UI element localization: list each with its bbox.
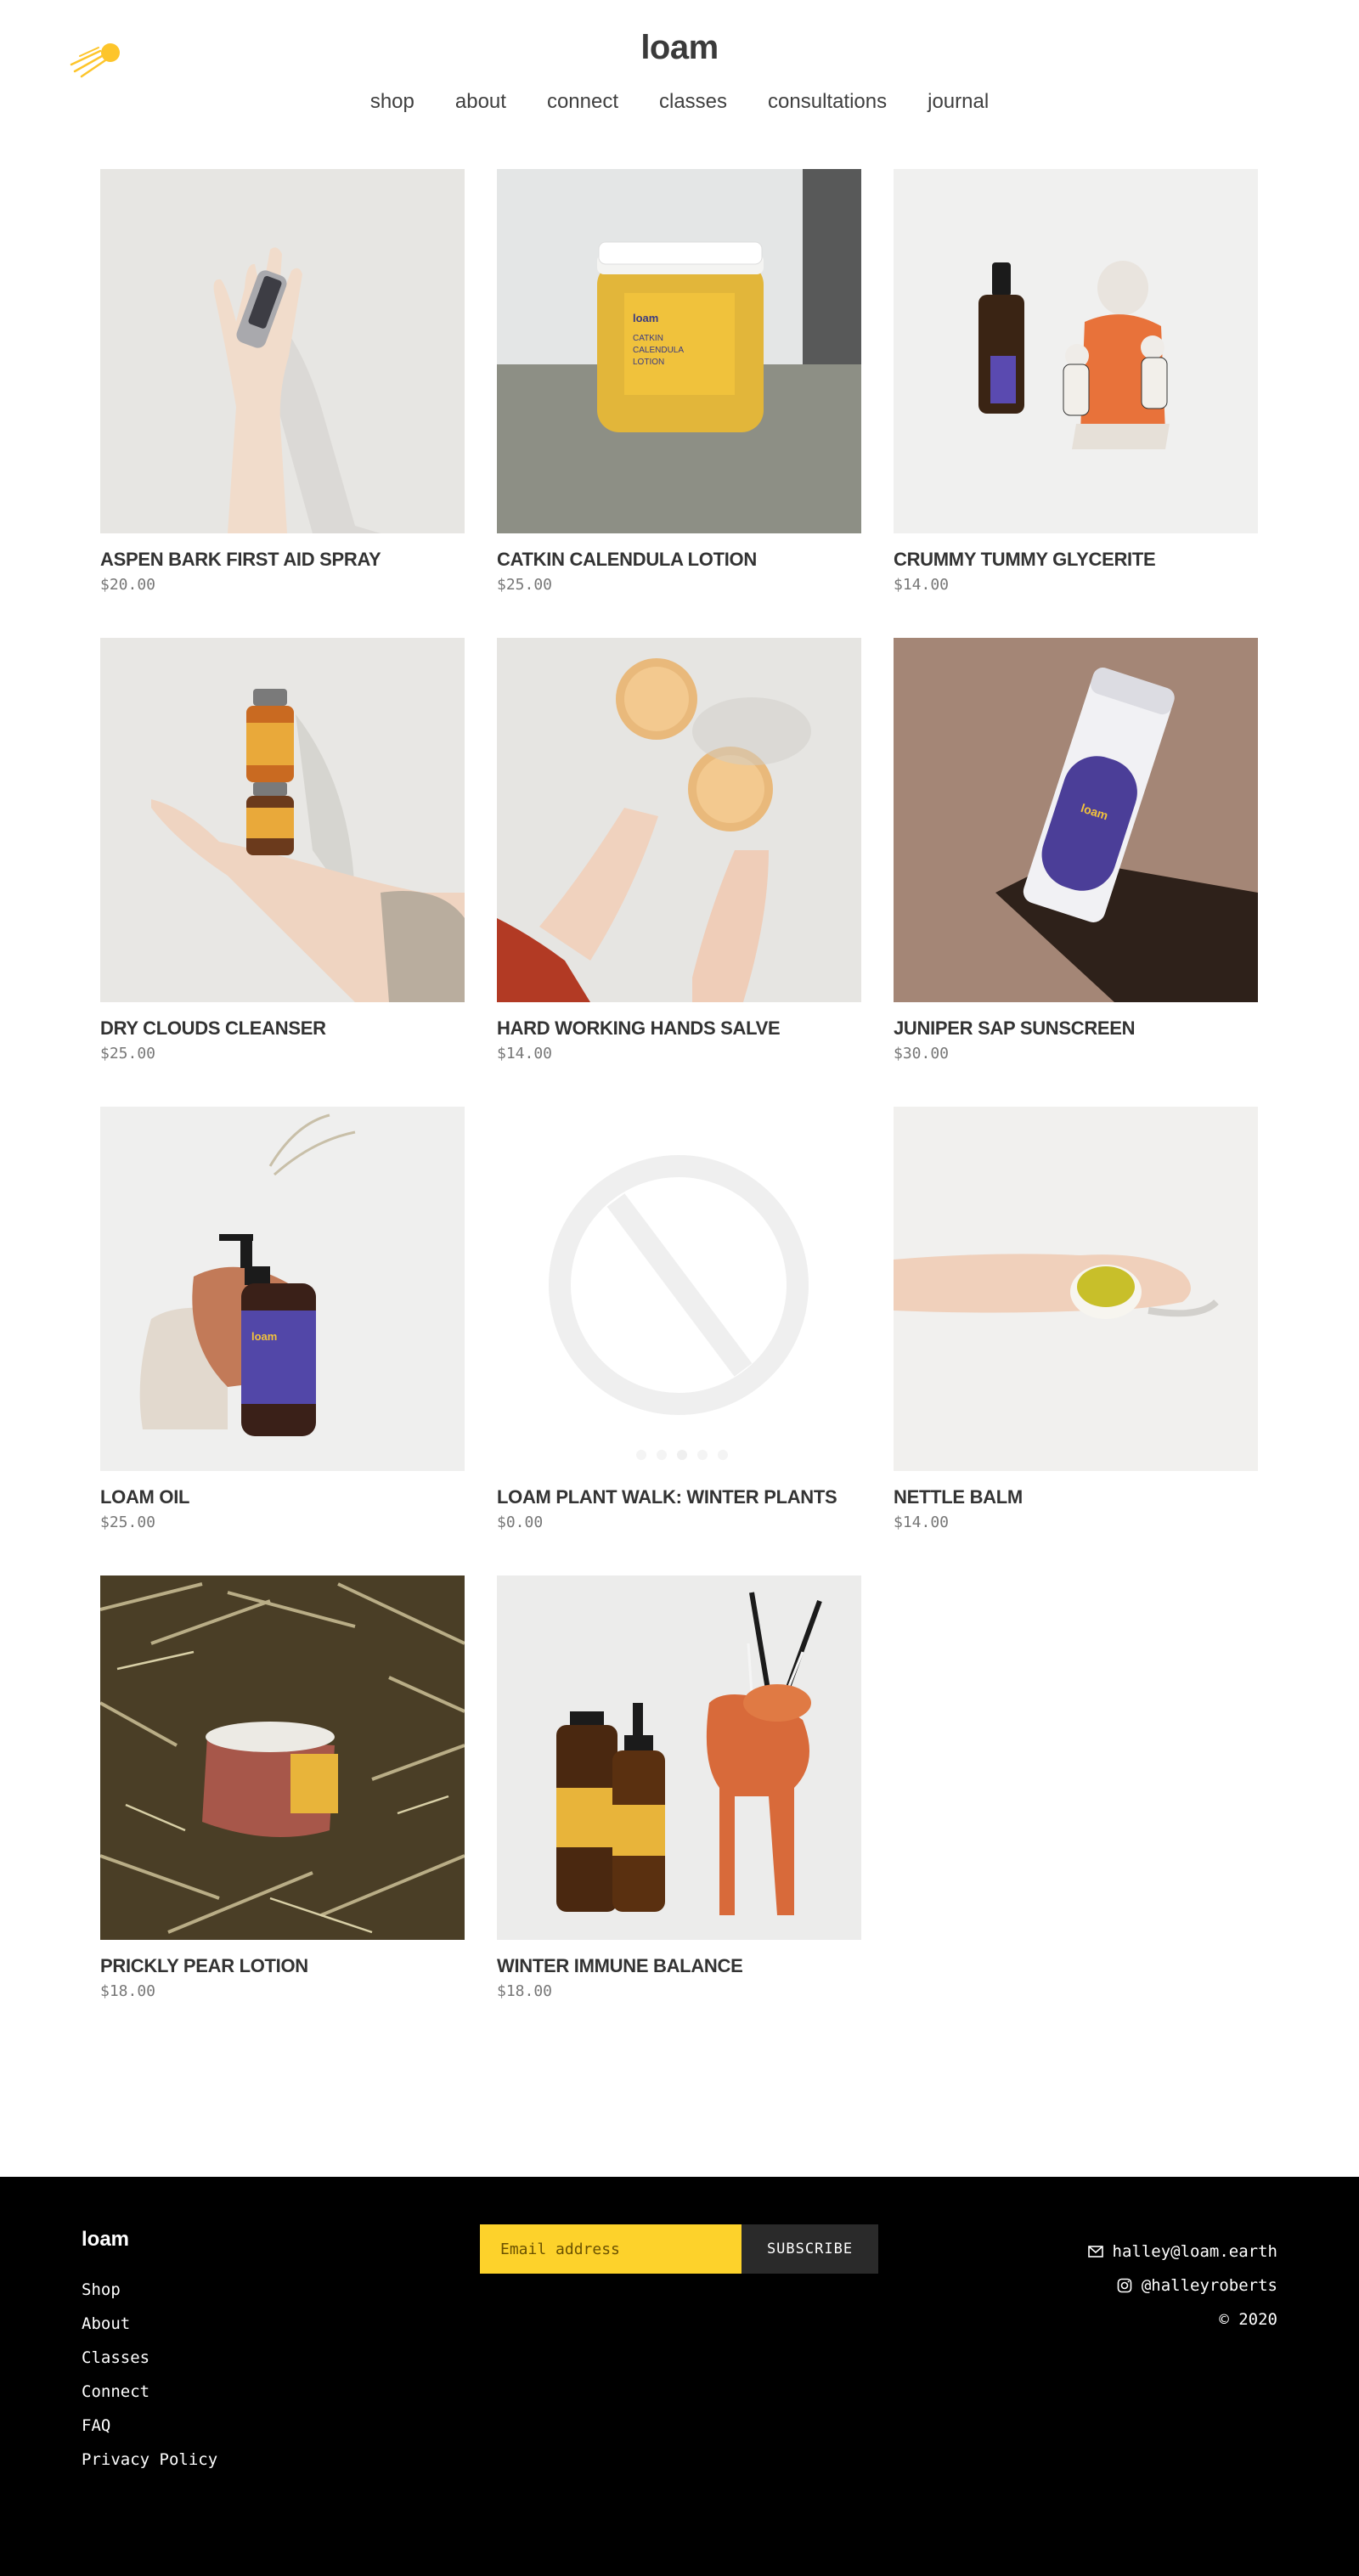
email-text: halley@loam.earth [1112, 2242, 1277, 2261]
product-card[interactable]: loam JUNIPER SAP SUNSCREEN $30.00 [894, 638, 1258, 1107]
footer-link-faq[interactable]: FAQ [82, 2416, 217, 2450]
product-name[interactable]: WINTER IMMUNE BALANCE [497, 1955, 861, 1977]
product-name[interactable]: JUNIPER SAP SUNSCREEN [894, 1017, 1258, 1040]
footer-link-classes[interactable]: Classes [82, 2348, 217, 2382]
product-price: $14.00 [894, 576, 950, 594]
instagram-icon [1117, 2278, 1132, 2293]
subscribe-button[interactable]: SUBSCRIBE [742, 2224, 878, 2274]
newsletter-form: Email address SUBSCRIBE [480, 2224, 878, 2274]
mail-icon [1087, 2246, 1103, 2258]
nav-classes[interactable]: classes [659, 90, 727, 114]
product-name[interactable]: DRY CLOUDS CLEANSER [100, 1017, 465, 1040]
product-name[interactable]: CATKIN CALENDULA LOTION [497, 549, 861, 571]
product-image[interactable] [894, 1107, 1258, 1471]
nav-connect[interactable]: connect [547, 90, 618, 114]
product-name[interactable]: LOAM OIL [100, 1486, 465, 1508]
product-image[interactable] [894, 169, 1258, 533]
product-card[interactable]: ASPEN BARK FIRST AID SPRAY $20.00 [100, 169, 465, 638]
product-price: $25.00 [497, 576, 553, 594]
footer-brand[interactable]: loam [82, 2228, 129, 2252]
product-image[interactable] [497, 638, 861, 1002]
nav-journal[interactable]: journal [928, 90, 989, 114]
product-image[interactable] [100, 638, 465, 1002]
site-title[interactable]: loam [0, 29, 1359, 67]
svg-text:loam: loam [633, 312, 658, 324]
email-link[interactable]: halley@loam.earth [1087, 2235, 1277, 2269]
product-name[interactable]: NETTLE BALM [894, 1486, 1258, 1508]
product-price: $18.00 [100, 1982, 156, 2000]
instagram-handle: @halleyroberts [1141, 2276, 1277, 2295]
product-card[interactable]: NETTLE BALM $14.00 [894, 1107, 1258, 1575]
footer-link-privacy[interactable]: Privacy Policy [82, 2450, 217, 2484]
product-name[interactable]: ASPEN BARK FIRST AID SPRAY [100, 549, 465, 571]
product-image[interactable] [497, 1107, 861, 1471]
product-card[interactable]: LOAM PLANT WALK: WINTER PLANTS $0.00 [497, 1107, 861, 1575]
no-image-icon [497, 1107, 861, 1471]
product-image[interactable]: loam CATKIN CALENDULA LOTION [497, 169, 861, 533]
product-price: $20.00 [100, 576, 156, 594]
footer-links: Shop About Classes Connect FAQ Privacy P… [82, 2280, 217, 2484]
site-footer: loam Shop About Classes Connect FAQ Priv… [0, 2177, 1359, 2576]
svg-text:CALENDULA: CALENDULA [633, 346, 684, 355]
instagram-link[interactable]: @halleyroberts [1087, 2269, 1277, 2303]
svg-text:CATKIN: CATKIN [633, 334, 663, 343]
nav-shop[interactable]: shop [370, 90, 414, 114]
product-card[interactable]: PRICKLY PEAR LOTION $18.00 [100, 1575, 465, 2044]
footer-link-about[interactable]: About [82, 2314, 217, 2348]
product-image[interactable]: loam [894, 638, 1258, 1002]
product-name[interactable]: CRUMMY TUMMY GLYCERITE [894, 549, 1258, 571]
product-price: $18.00 [497, 1982, 553, 2000]
nav-about[interactable]: about [455, 90, 506, 114]
footer-link-connect[interactable]: Connect [82, 2382, 217, 2416]
product-price: $25.00 [100, 1513, 156, 1531]
product-image[interactable]: loam [100, 1107, 465, 1471]
product-price: $30.00 [894, 1045, 950, 1063]
product-image[interactable] [100, 1575, 465, 1940]
product-price: $0.00 [497, 1513, 544, 1531]
product-card[interactable]: DRY CLOUDS CLEANSER $25.00 [100, 638, 465, 1107]
product-name[interactable]: LOAM PLANT WALK: WINTER PLANTS [497, 1486, 861, 1508]
svg-text:loam: loam [251, 1330, 277, 1343]
product-price: $14.00 [894, 1513, 950, 1531]
product-card[interactable]: loam LOAM OIL $25.00 [100, 1107, 465, 1575]
main-nav: shop about connect classes consultations… [0, 90, 1359, 114]
product-price: $14.00 [497, 1045, 553, 1063]
nav-consultations[interactable]: consultations [768, 90, 887, 114]
product-grid: ASPEN BARK FIRST AID SPRAY $20.00 loam C… [100, 169, 1259, 2044]
product-card[interactable]: WINTER IMMUNE BALANCE $18.00 [497, 1575, 861, 2044]
product-card[interactable]: HARD WORKING HANDS SALVE $14.00 [497, 638, 861, 1107]
email-input[interactable]: Email address [480, 2224, 742, 2274]
copyright: © 2020 [1219, 2310, 1277, 2329]
product-image[interactable] [100, 169, 465, 533]
product-price: $25.00 [100, 1045, 156, 1063]
product-name[interactable]: PRICKLY PEAR LOTION [100, 1955, 465, 1977]
footer-contact: halley@loam.earth @halleyroberts © 2020 [1087, 2235, 1277, 2336]
svg-text:LOTION: LOTION [633, 358, 664, 367]
product-name[interactable]: HARD WORKING HANDS SALVE [497, 1017, 861, 1040]
product-image[interactable] [497, 1575, 861, 1940]
product-card[interactable]: loam CATKIN CALENDULA LOTION CATKIN CALE… [497, 169, 861, 638]
footer-link-shop[interactable]: Shop [82, 2280, 217, 2314]
product-card[interactable]: CRUMMY TUMMY GLYCERITE $14.00 [894, 169, 1258, 638]
